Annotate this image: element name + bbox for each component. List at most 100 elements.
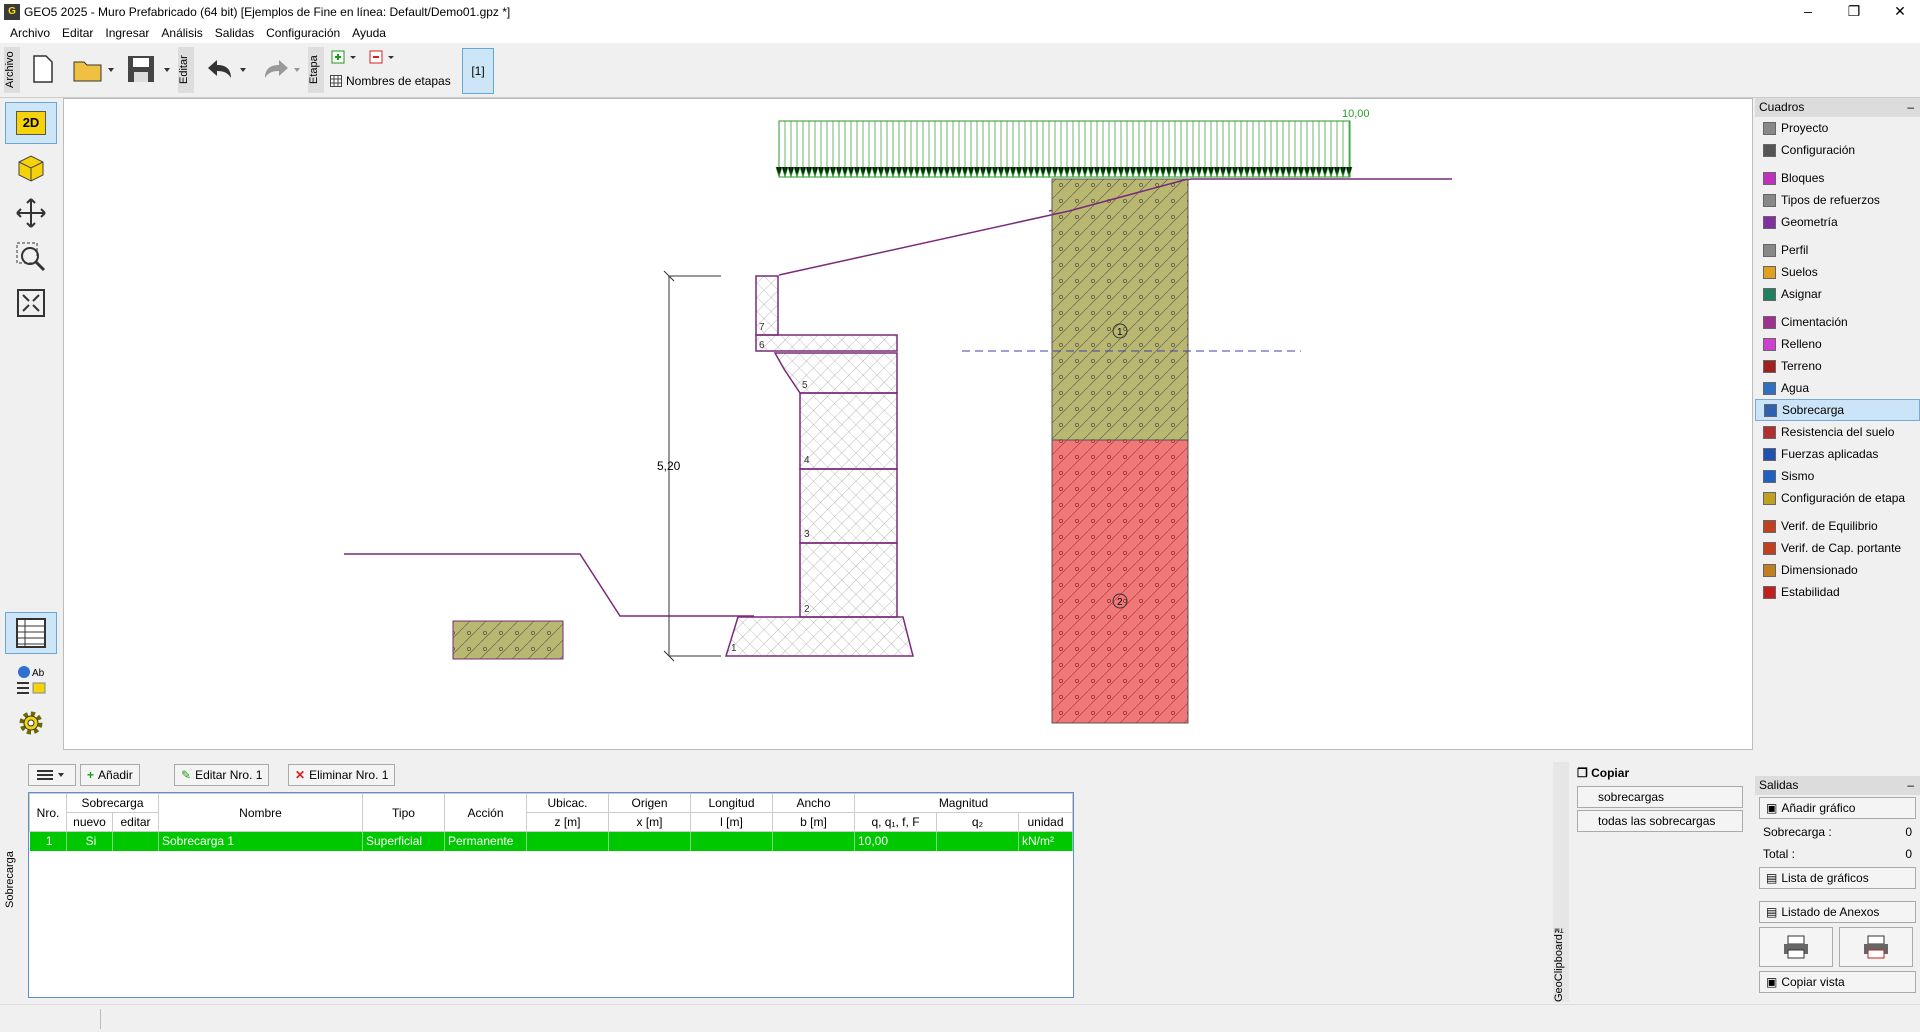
table-row[interactable]: 1 Si Sobrecarga 1 Superficial Permanente… — [29, 831, 1073, 851]
surcharge-arrow — [1333, 121, 1341, 179]
surcharge-arrow — [1189, 121, 1197, 179]
frame-item-8[interactable]: Cimentación — [1755, 311, 1920, 333]
close-button[interactable]: ✕ — [1877, 0, 1920, 23]
menu-editar[interactable]: Editar — [56, 26, 99, 40]
total-count-row: Total : 0 — [1755, 843, 1920, 865]
surcharge-arrow — [1105, 121, 1113, 179]
printer-icon — [1784, 935, 1808, 959]
frame-item-4[interactable]: Geometría — [1755, 211, 1920, 233]
redo-icon[interactable] — [256, 51, 304, 87]
frame-item-19[interactable]: Dimensionado — [1755, 559, 1920, 581]
zoom-extents-button[interactable] — [5, 282, 57, 324]
view-mode-button[interactable] — [28, 764, 76, 786]
frame-icon — [1763, 359, 1776, 373]
frame-item-0[interactable]: Proyecto — [1755, 117, 1920, 139]
surcharge-arrow — [1093, 121, 1101, 179]
styles-button[interactable]: Ab — [5, 658, 57, 700]
outputs-title: Salidas — [1759, 778, 1799, 792]
frame-item-7[interactable]: Asignar — [1755, 283, 1920, 305]
frame-item-6[interactable]: Suelos — [1755, 261, 1920, 283]
col-q2: q₂ — [936, 812, 1019, 832]
surcharge-arrow — [1153, 121, 1161, 179]
save-icon[interactable] — [124, 51, 174, 87]
col-unidad: unidad — [1018, 812, 1073, 832]
frame-item-14[interactable]: Fuerzas aplicadas — [1755, 443, 1920, 465]
undo-icon[interactable] — [202, 51, 250, 87]
menu-ingresar[interactable]: Ingresar — [99, 26, 155, 40]
frame-item-11[interactable]: Agua — [1755, 377, 1920, 399]
collapse-icon[interactable]: – — [1907, 98, 1914, 117]
col-tipo: Tipo — [362, 793, 445, 832]
add-surcharge-button[interactable]: + Añadir — [80, 764, 140, 786]
edit-surcharge-button[interactable]: ✎ Editar Nro. 1 — [174, 764, 270, 786]
svg-text:5: 5 — [802, 380, 808, 391]
pan-tool-button[interactable] — [5, 192, 57, 234]
surcharge-side-label: Sobrecarga — [4, 851, 16, 909]
settings-button[interactable] — [5, 702, 57, 744]
zoom-window-button[interactable] — [5, 236, 57, 278]
frame-item-13[interactable]: Resistencia del suelo — [1755, 421, 1920, 443]
add-graphic-button[interactable]: ▣ Añadir gráfico — [1759, 797, 1916, 819]
svg-text:4: 4 — [804, 455, 810, 466]
menu-configuracion[interactable]: Configuración — [260, 26, 346, 40]
frame-item-10[interactable]: Terreno — [1755, 355, 1920, 377]
stage-1-button[interactable]: [1] — [462, 48, 494, 94]
col-nombre: Nombre — [158, 793, 363, 832]
frame-icon — [1763, 315, 1776, 329]
menu-salidas[interactable]: Salidas — [209, 26, 260, 40]
surcharge-arrow — [913, 121, 921, 179]
new-file-icon[interactable] — [28, 51, 58, 87]
frame-item-2[interactable]: Bloques — [1755, 167, 1920, 189]
frame-item-16[interactable]: Configuración de etapa — [1755, 487, 1920, 509]
print-button[interactable] — [1759, 927, 1833, 967]
collapse-icon[interactable]: – — [1907, 776, 1914, 795]
remove-stage-icon[interactable] — [368, 49, 398, 65]
menu-archivo[interactable]: Archivo — [4, 26, 56, 40]
frame-icon — [1763, 265, 1776, 279]
surcharge-arrow — [1087, 121, 1095, 179]
menu-analisis[interactable]: Análisis — [155, 26, 208, 40]
graphics-list-button[interactable]: ▤ Lista de gráficos — [1759, 867, 1916, 889]
frame-icon — [1763, 469, 1776, 483]
surcharge-arrow — [1309, 121, 1317, 179]
surcharge-arrow — [811, 121, 819, 179]
frame-item-9[interactable]: Relleno — [1755, 333, 1920, 355]
surcharge-arrow — [847, 121, 855, 179]
surcharge-arrow — [1165, 121, 1173, 179]
copy-view-button[interactable]: ▣ Copiar vista — [1759, 971, 1916, 993]
surcharge-table: Nro. Sobrecarga Nombre Tipo Acción Ubica… — [28, 792, 1074, 998]
surcharge-arrow — [1063, 121, 1071, 179]
surcharge-arrow — [1039, 121, 1047, 179]
view-2d-button[interactable]: 2D — [5, 102, 57, 144]
frame-item-label: Resistencia del suelo — [1781, 425, 1895, 439]
copy-selected-button[interactable]: sobrecargas seleccionadas — [1577, 786, 1743, 824]
height-dimension: 5,20 — [657, 459, 681, 473]
frame-item-label: Configuración de etapa — [1781, 491, 1906, 505]
print-preview-button[interactable] — [1839, 927, 1913, 967]
stage-1-label: [1] — [471, 64, 485, 78]
frame-item-18[interactable]: Verif. de Cap. portante — [1755, 537, 1920, 559]
frame-item-3[interactable]: Tipos de refuerzos — [1755, 189, 1920, 211]
surcharge-arrow — [1003, 121, 1011, 179]
stage-names-button[interactable]: Nombres de etapas — [330, 73, 455, 89]
copy-icon: ❐ — [1577, 766, 1588, 780]
minimize-button[interactable]: – — [1785, 0, 1831, 23]
copy-all-button[interactable]: todas las sobrecargas — [1577, 810, 1743, 832]
view-3d-button[interactable] — [5, 146, 57, 188]
delete-surcharge-button[interactable]: ✕ Eliminar Nro. 1 — [288, 764, 396, 786]
frame-item-15[interactable]: Sismo — [1755, 465, 1920, 487]
drawing-canvas[interactable]: 10,00 1 2 1 2 3 4 5 6 7 5,20 — [63, 98, 1753, 750]
annex-list-button[interactable]: ▤ Listado de Anexos — [1759, 901, 1916, 923]
menu-ayuda[interactable]: Ayuda — [346, 26, 392, 40]
frame-item-12[interactable]: Sobrecarga — [1755, 399, 1920, 421]
frame-item-1[interactable]: Configuración — [1755, 139, 1920, 161]
open-file-icon[interactable] — [70, 51, 118, 87]
frame-item-label: Verif. de Cap. portante — [1781, 541, 1902, 555]
table-view-button[interactable] — [5, 612, 57, 654]
frame-item-20[interactable]: Estabilidad — [1755, 581, 1920, 603]
restore-button[interactable]: ❐ — [1831, 0, 1877, 23]
frame-item-5[interactable]: Perfil — [1755, 239, 1920, 261]
add-stage-icon[interactable] — [330, 49, 360, 65]
frame-item-17[interactable]: Verif. de Equilibrio — [1755, 515, 1920, 537]
editar-group-label: Editar — [178, 47, 194, 93]
